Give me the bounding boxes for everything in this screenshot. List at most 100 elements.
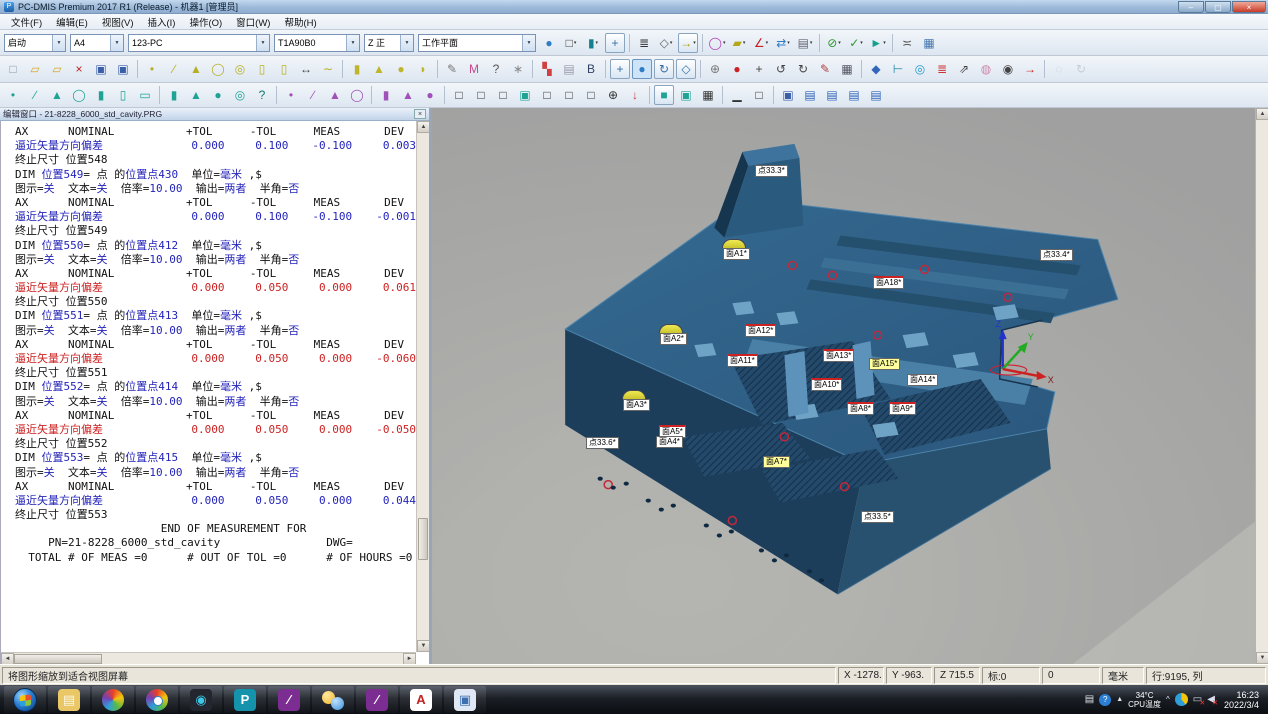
menu-item-3[interactable]: 视图(V) xyxy=(95,14,141,30)
feature-label[interactable]: 面A12* xyxy=(745,324,776,337)
measured-cylinder-icon[interactable]: ▮ xyxy=(347,59,367,79)
dropdown-arrow-icon[interactable]: ▾ xyxy=(670,40,673,46)
dropdown-arrow-icon[interactable]: ▼ xyxy=(256,35,269,51)
measured-curve-icon[interactable]: ∼ xyxy=(318,59,338,79)
paper-combo[interactable]: A4▼ xyxy=(70,34,124,52)
datum-axes-icon[interactable]: ⇗ xyxy=(954,59,974,79)
menu-item-4[interactable]: 插入(I) xyxy=(140,14,182,30)
feature-label[interactable]: 面A1* xyxy=(723,248,750,260)
editor-horizontal-scrollbar[interactable]: ◄ ► xyxy=(1,652,416,664)
dropdown-arrow-icon[interactable]: ▾ xyxy=(860,40,863,46)
view-box-2-icon[interactable]: □ xyxy=(471,85,491,105)
execute-icon[interactable]: ►▾ xyxy=(868,33,888,53)
auto-point-icon[interactable]: • xyxy=(3,85,23,105)
view-box-4-icon[interactable]: ▣ xyxy=(515,85,535,105)
dropdown-arrow-icon[interactable]: ▼ xyxy=(346,35,359,51)
angle-dimension-icon[interactable]: ∠▾ xyxy=(751,33,771,53)
view-box-3-icon[interactable]: □ xyxy=(493,85,513,105)
save-report-icon[interactable]: ▣ xyxy=(778,85,798,105)
marked-sets-icon[interactable]: →▾ xyxy=(678,33,698,53)
edit-window[interactable]: 编辑窗口 - 21-8228_6000_std_cavity.PRG × AX … xyxy=(0,108,432,664)
probe-pen-icon[interactable]: ✎ xyxy=(815,59,835,79)
measured-ellipse-icon[interactable]: ◎ xyxy=(230,59,250,79)
alignment-icon[interactable]: ⇄▾ xyxy=(773,33,793,53)
feature-label[interactable]: 面A15* xyxy=(869,358,900,370)
dropdown-arrow-icon[interactable]: ▾ xyxy=(810,40,813,46)
help-tray-icon[interactable]: ? xyxy=(1099,694,1111,706)
layers-icon[interactable]: ≣ xyxy=(932,59,952,79)
feature-label[interactable]: 点33.3* xyxy=(755,165,788,177)
measured-surface-icon[interactable]: ◗ xyxy=(413,59,433,79)
editor-vertical-scrollbar[interactable]: ▲ ▼ xyxy=(416,121,429,652)
insert-move-icon[interactable]: → xyxy=(1020,59,1040,79)
shaded-box-icon[interactable]: ▣ xyxy=(676,85,696,105)
feature-label[interactable]: 面A9* xyxy=(889,402,916,415)
measured-sphere-icon[interactable]: ● xyxy=(391,59,411,79)
restore-button[interactable]: ▢ xyxy=(1205,1,1231,13)
new-file-icon[interactable]: □ xyxy=(3,59,23,79)
workplane-axis-combo[interactable]: Z 正▼ xyxy=(364,34,414,52)
measured-point-icon[interactable]: • xyxy=(142,59,162,79)
auto-cone-icon[interactable]: ▲ xyxy=(186,85,206,105)
rotate-3d-icon[interactable]: ↻ xyxy=(793,59,813,79)
window-layout-icon[interactable]: ▦ xyxy=(919,33,939,53)
measurement-report-text[interactable]: AX NOMINAL+TOL-TOLMEASDEV逼近矢量方向偏差0.0000.… xyxy=(1,123,416,652)
feature-label[interactable]: 面A4* xyxy=(656,436,683,448)
scan-unknown-icon[interactable]: ? xyxy=(486,59,506,79)
translate-view-icon[interactable]: + xyxy=(605,33,625,53)
dropdown-arrow-icon[interactable]: ▾ xyxy=(883,40,886,46)
rotate-options-icon[interactable]: ◉ xyxy=(998,59,1018,79)
editor-hscroll-track[interactable] xyxy=(14,653,403,664)
color-palette-icon[interactable]: ▚ xyxy=(537,59,557,79)
feature-label[interactable]: 面A8* xyxy=(847,402,874,415)
constructed-plane-icon[interactable]: ▲ xyxy=(325,85,345,105)
dropdown-arrow-icon[interactable]: ▾ xyxy=(693,40,696,46)
cad-solid-icon[interactable]: ◆ xyxy=(866,59,886,79)
pdf-reader-app[interactable]: A xyxy=(400,686,442,713)
scroll-right-icon[interactable]: ► xyxy=(403,653,416,664)
scroll-left-icon[interactable]: ◄ xyxy=(1,653,14,664)
feature-label[interactable]: 面A13* xyxy=(823,349,854,362)
snapshot-icon[interactable]: ◎ xyxy=(910,59,930,79)
view-box-1-icon[interactable]: □ xyxy=(449,85,469,105)
constructed-circle-icon[interactable]: ◯ xyxy=(347,85,367,105)
dropdown-arrow-icon[interactable]: ▾ xyxy=(723,40,726,46)
measured-width-icon[interactable]: ↔ xyxy=(296,59,316,79)
report-view-3-icon[interactable]: ▤ xyxy=(844,85,864,105)
cad-model[interactable]: Z Y X xyxy=(432,108,1255,664)
edit-window-close-icon[interactable]: × xyxy=(414,109,426,119)
start-button[interactable] xyxy=(4,686,46,713)
auto-feature-icon[interactable]: ◯▾ xyxy=(707,33,727,53)
comment-icon[interactable]: ≣ xyxy=(634,33,654,53)
lamp-icon[interactable]: ◍ xyxy=(976,59,996,79)
window-min-icon[interactable]: ▁ xyxy=(727,85,747,105)
path-verify-icon[interactable]: ⊘▾ xyxy=(824,33,844,53)
save-icon[interactable]: ▣ xyxy=(91,59,111,79)
measured-slot-icon[interactable]: ▯ xyxy=(252,59,272,79)
measured-circle-icon[interactable]: ◯ xyxy=(208,59,228,79)
edit-window-body[interactable]: AX NOMINAL+TOL-TOLMEASDEV逼近矢量方向偏差0.0000.… xyxy=(0,121,429,664)
editor-vscroll-track[interactable] xyxy=(417,133,429,640)
feature-label[interactable]: 面A10* xyxy=(811,378,842,391)
shaded-view-icon[interactable]: ● xyxy=(632,59,652,79)
red-sphere-icon[interactable]: ● xyxy=(727,59,747,79)
viewer-app[interactable]: ▣ xyxy=(444,686,486,713)
gray-doc-icon[interactable]: ▤ xyxy=(559,59,579,79)
report-view-1-icon[interactable]: ▤ xyxy=(800,85,820,105)
dropdown-arrow-icon[interactable]: ▾ xyxy=(787,40,790,46)
dropdown-arrow-icon[interactable]: ▼ xyxy=(52,35,65,51)
auto-unknown-icon[interactable]: ? xyxy=(252,85,272,105)
measured-plane-icon[interactable]: ▲ xyxy=(186,59,206,79)
solid-box-icon[interactable]: ■ xyxy=(654,85,674,105)
import-file-icon[interactable]: ▱ xyxy=(47,59,67,79)
view-box-7-icon[interactable]: □ xyxy=(581,85,601,105)
viewport-vertical-scrollbar[interactable]: ▲ ▼ xyxy=(1255,108,1268,664)
pcdmis-app[interactable]: P xyxy=(224,686,266,713)
browser-app[interactable] xyxy=(92,686,134,713)
auto-notch-icon[interactable]: ▭ xyxy=(135,85,155,105)
dropdown-arrow-icon[interactable]: ▾ xyxy=(766,40,769,46)
auto-slot-icon[interactable]: ▯ xyxy=(113,85,133,105)
constructed-point-icon[interactable]: • xyxy=(281,85,301,105)
menu-item-5[interactable]: 操作(O) xyxy=(182,14,229,30)
probe-mode-icon[interactable]: ● xyxy=(539,33,559,53)
